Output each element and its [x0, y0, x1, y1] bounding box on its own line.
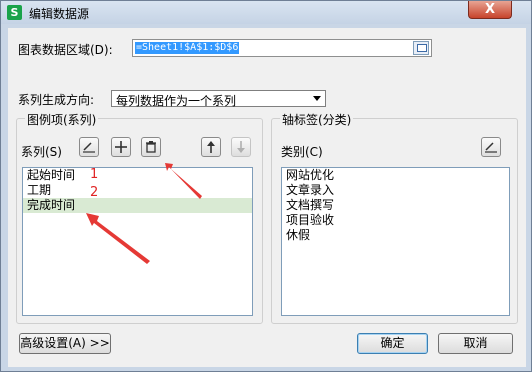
annotation-number-2: 2 [90, 185, 99, 200]
move-down-button[interactable] [231, 137, 251, 157]
series-toolbar-label: 系列(S) [21, 145, 62, 159]
title-bar[interactable]: S 编辑数据源 X [1, 1, 531, 24]
arrow-down-icon [237, 141, 245, 153]
chevron-down-icon [313, 96, 321, 101]
add-series-button[interactable] [111, 137, 131, 157]
delete-series-button[interactable] [141, 137, 161, 157]
data-range-label: 图表数据区域(D): [18, 43, 113, 57]
edit-series-button[interactable] [79, 137, 99, 157]
ok-button[interactable]: 确定 [357, 333, 428, 354]
category-list[interactable]: 网站优化 文章录入 文档撰写 项目验收 休假 [281, 167, 510, 316]
list-item-selected[interactable]: 完成时间 [23, 198, 252, 213]
series-list[interactable]: 起始时间 工期 完成时间 [22, 167, 253, 316]
wps-spreadsheet-icon: S [7, 5, 22, 20]
annotation-number-1: 1 [90, 167, 99, 182]
close-button[interactable]: X [468, 1, 512, 19]
list-item[interactable]: 起始时间 [23, 168, 252, 183]
series-direction-select[interactable]: 每列数据作为一个系列 [111, 90, 326, 108]
category-toolbar-label: 类别(C) [281, 145, 323, 159]
cancel-button[interactable]: 取消 [438, 333, 513, 354]
list-item[interactable]: 文档撰写 [282, 198, 509, 213]
arrow-up-icon [207, 141, 215, 153]
series-direction-value: 每列数据作为一个系列 [116, 94, 237, 108]
data-range-input[interactable]: =Sheet1!$A$1:$D$6 [132, 39, 432, 57]
dialog-title: 编辑数据源 [29, 7, 90, 21]
dialog-body: 图表数据区域(D): =Sheet1!$A$1:$D$6 系列生成方向: 每列数… [8, 28, 526, 367]
list-item[interactable]: 网站优化 [282, 168, 509, 183]
plus-icon [115, 141, 127, 153]
collapse-range-icon[interactable] [413, 41, 429, 55]
data-range-value: =Sheet1!$A$1:$D$6 [135, 42, 240, 54]
legend-group-title: 图例项(系列) [25, 111, 99, 128]
list-item[interactable]: 休假 [282, 228, 509, 243]
axis-group-title: 轴标签(分类) [280, 111, 354, 128]
advanced-settings-button[interactable]: 高级设置(A) >> [19, 333, 111, 354]
pencil-icon [83, 142, 95, 153]
trash-icon [146, 141, 156, 153]
edit-category-button[interactable] [481, 137, 501, 157]
series-direction-label: 系列生成方向: [18, 93, 95, 107]
pencil-icon [485, 142, 497, 153]
list-item[interactable]: 项目验收 [282, 213, 509, 228]
list-item[interactable]: 工期 [23, 183, 252, 198]
move-up-button[interactable] [201, 137, 221, 157]
edit-data-source-dialog: S 编辑数据源 X 图表数据区域(D): =Sheet1!$A$1:$D$6 系… [0, 0, 532, 372]
list-item[interactable]: 文章录入 [282, 183, 509, 198]
